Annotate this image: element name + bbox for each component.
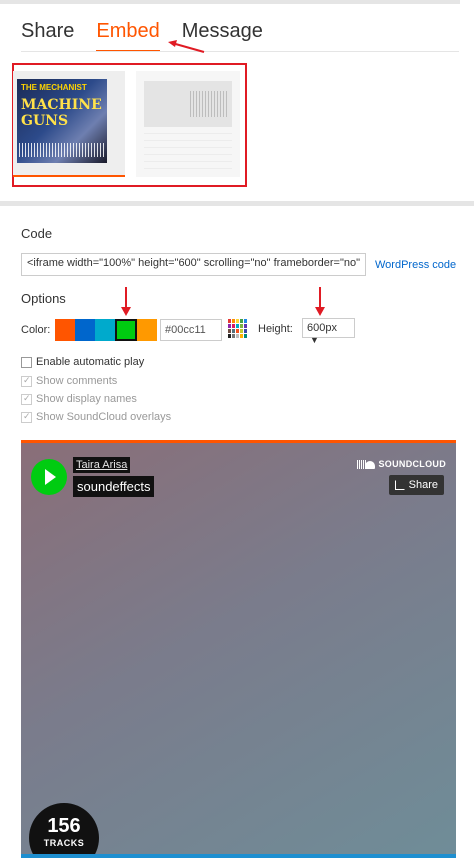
checkbox-label: Show SoundCloud overlays <box>36 411 172 423</box>
color-label: Color: <box>21 324 51 336</box>
checkbox-label: Show display names <box>36 393 137 405</box>
height-select[interactable]: 600px ▼ <box>302 318 355 345</box>
checkbox-show-comments: Show comments <box>21 375 117 387</box>
soundcloud-logo[interactable]: SOUNDCLOUD <box>356 459 447 469</box>
checkbox-box <box>21 375 32 387</box>
classic-preview <box>144 81 232 127</box>
checkbox-label: Enable automatic play <box>36 356 145 368</box>
player-bottom-bar <box>21 854 456 858</box>
color-swatch-teal[interactable] <box>95 319 115 341</box>
color-swatch-green[interactable] <box>115 319 137 341</box>
embed-player-preview: Taira Arisa soundeffects SOUNDCLOUD Shar… <box>21 440 456 858</box>
waveform-icon <box>19 143 105 157</box>
share-icon <box>394 480 405 490</box>
tab-divider <box>21 51 459 52</box>
share-button[interactable]: Share <box>388 475 444 495</box>
classic-preview-lines <box>144 133 232 169</box>
checkbox-show-display-names: Show display names <box>21 393 137 405</box>
code-label: Code <box>21 226 53 241</box>
widget-style-classic[interactable] <box>136 71 240 177</box>
section-separator <box>0 201 474 206</box>
checkbox-box <box>21 393 32 405</box>
share-label: Share <box>408 479 438 491</box>
color-swatch-amber[interactable] <box>137 319 157 341</box>
tab-share[interactable]: Share <box>21 20 74 52</box>
tab-embed[interactable]: Embed <box>96 20 160 52</box>
height-label: Height: <box>258 323 293 335</box>
checkbox-autoplay[interactable]: Enable automatic play <box>21 356 144 368</box>
checkbox-box[interactable] <box>21 356 32 368</box>
embed-code-field[interactable]: <iframe width="100%" height="600" scroll… <box>21 253 366 276</box>
chevron-down-icon: ▼ <box>310 335 319 345</box>
artwork-text-2: MACHINE GUNS <box>21 97 102 129</box>
color-hex-input[interactable]: #00cc11 <box>160 319 222 341</box>
playlist-title[interactable]: soundeffects <box>73 476 155 497</box>
artist-link[interactable]: Taira Arisa <box>73 457 131 473</box>
play-button[interactable] <box>31 459 67 495</box>
top-border <box>0 0 460 4</box>
tracks-count: 156 <box>47 815 81 837</box>
checkbox-label: Show comments <box>36 375 118 387</box>
tracks-count-badge: 156 TRACKS <box>29 803 99 858</box>
height-select-value: 600px <box>307 322 337 334</box>
tab-message[interactable]: Message <box>182 20 263 52</box>
soundcloud-wordmark: SOUNDCLOUD <box>378 459 446 469</box>
color-swatch-blue[interactable] <box>75 319 95 341</box>
tracks-label: TRACKS <box>43 838 85 848</box>
color-picker-icon[interactable] <box>228 319 247 338</box>
checkbox-box <box>21 411 32 423</box>
artwork-image: THE MECHANIST MACHINE GUNS <box>17 79 107 163</box>
options-label: Options <box>21 291 66 306</box>
color-swatches <box>55 319 157 341</box>
color-swatch-orange[interactable] <box>55 319 75 341</box>
annotation-arrow-color <box>121 287 131 316</box>
checkbox-show-overlays: Show SoundCloud overlays <box>21 411 171 423</box>
soundcloud-cloud-icon <box>356 459 375 469</box>
waveform-icon <box>190 91 228 117</box>
tab-bar: Share Embed Message <box>21 20 285 52</box>
artwork-text-1: THE MECHANIST <box>21 83 87 92</box>
wordpress-code-link[interactable]: WordPress code <box>375 259 456 271</box>
annotation-arrow-height <box>315 287 325 316</box>
widget-style-visual[interactable]: THE MECHANIST MACHINE GUNS <box>13 71 125 177</box>
